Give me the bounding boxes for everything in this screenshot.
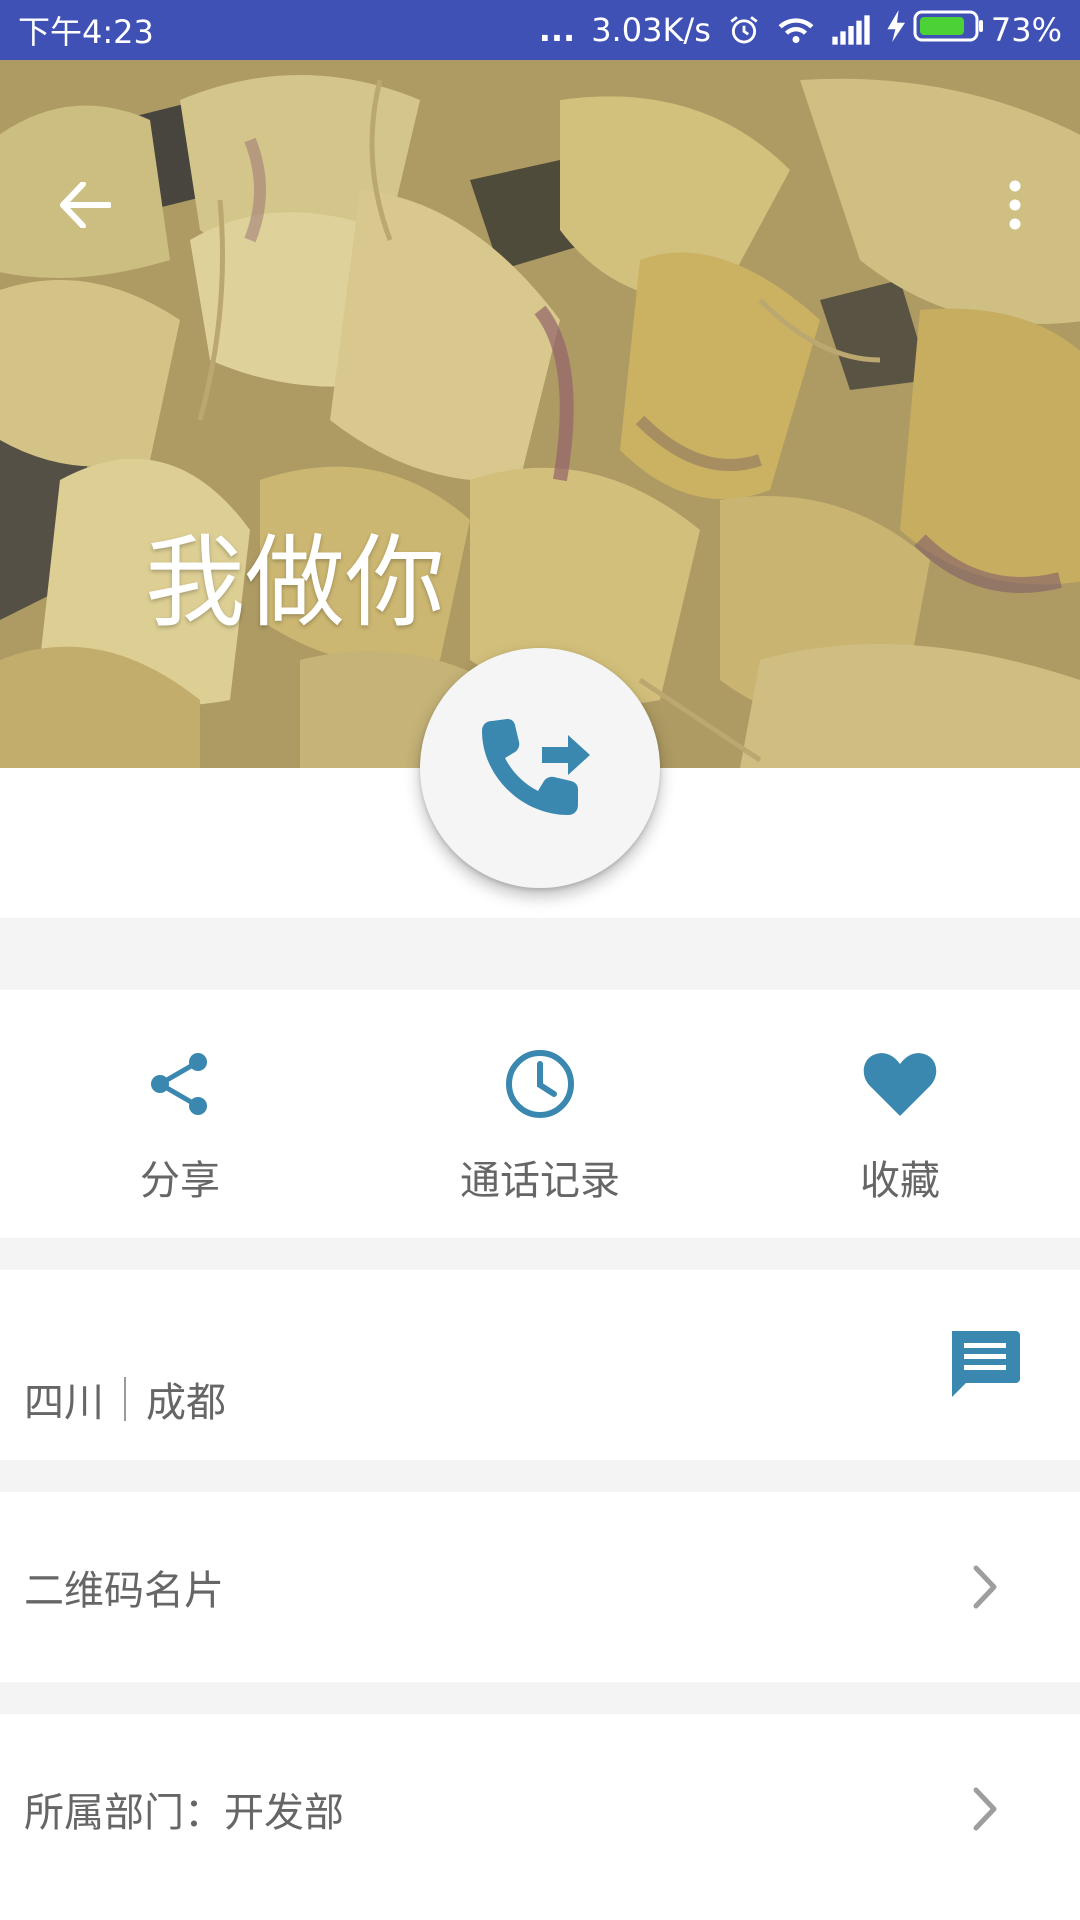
location-text: 四川 成都	[24, 1370, 226, 1428]
department-row[interactable]: 所属部门：开发部	[0, 1714, 1080, 1920]
call-button[interactable]	[420, 648, 660, 888]
phone-forward-icon	[480, 711, 600, 825]
qr-card-label: 二维码名片	[24, 1568, 224, 1614]
send-message-button[interactable]	[948, 1330, 1020, 1402]
battery-icon	[913, 9, 985, 51]
share-label: 分享	[140, 1158, 220, 1204]
charging-icon	[887, 10, 907, 50]
status-dots: ...	[538, 11, 576, 49]
alarm-icon	[727, 13, 761, 47]
back-arrow-icon	[59, 181, 112, 232]
location-row: 四川 成都	[0, 1270, 1080, 1460]
more-options-button[interactable]	[990, 172, 1040, 242]
chevron-right-icon	[960, 1557, 1010, 1617]
city-label: 成都	[146, 1380, 226, 1426]
message-icon	[948, 1329, 1020, 1403]
share-button[interactable]: 分享	[0, 990, 360, 1238]
history-clock-icon	[504, 1048, 576, 1124]
call-history-button[interactable]: 通话记录	[360, 990, 720, 1238]
contact-name: 我做你	[145, 524, 445, 641]
more-vert-icon	[1008, 179, 1022, 235]
back-button[interactable]	[50, 172, 120, 242]
qr-card-row[interactable]: 二维码名片	[0, 1492, 1080, 1682]
battery-indicator: 73%	[887, 9, 1062, 51]
chevron-right-icon	[960, 1779, 1010, 1839]
call-history-label: 通话记录	[460, 1158, 620, 1204]
share-icon	[144, 1048, 216, 1124]
heart-icon	[862, 1048, 938, 1124]
department-label: 所属部门：开发部	[24, 1790, 344, 1836]
favorite-button[interactable]: 收藏	[720, 990, 1080, 1238]
status-time: 下午4:23	[18, 13, 154, 51]
favorite-label: 收藏	[860, 1158, 940, 1204]
location-divider	[124, 1377, 126, 1421]
wifi-icon	[777, 15, 815, 45]
actions-row: 分享 通话记录 收藏	[0, 990, 1080, 1238]
signal-icon	[831, 15, 871, 45]
province-label: 四川	[24, 1380, 104, 1426]
network-speed: 3.03K/s	[591, 11, 711, 49]
status-bar: 下午4:23 ... 3.03K/s 73%	[0, 0, 1080, 60]
battery-percent: 73%	[990, 11, 1062, 49]
